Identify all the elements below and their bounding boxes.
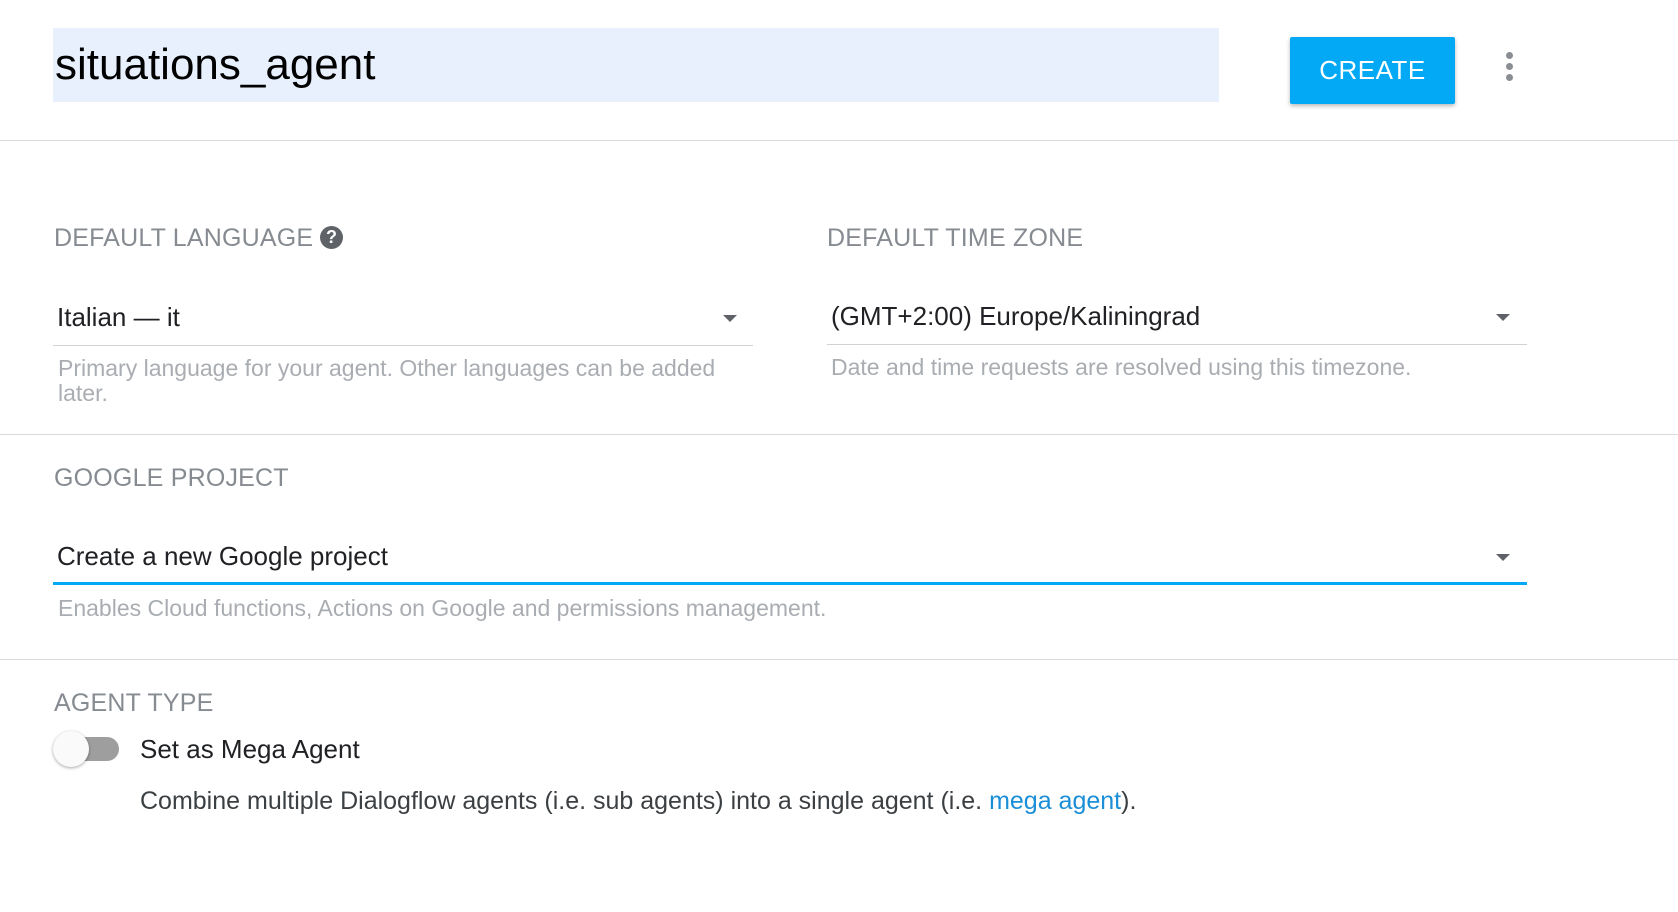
more-dot (1505, 73, 1513, 81)
dropdown-caret-icon (1496, 314, 1510, 321)
timezone-select[interactable]: (GMT+2:00) Europe/Kaliningrad (827, 287, 1527, 345)
more-dot (1505, 51, 1513, 59)
agent-name-input[interactable] (53, 28, 1219, 102)
mega-agent-link[interactable]: mega agent (989, 787, 1121, 815)
google-project-hint: Enables Cloud functions, Actions on Goog… (58, 595, 827, 621)
description-text: Combine multiple Dialogflow agents (i.e.… (140, 787, 990, 815)
toggle-thumb (53, 731, 89, 767)
dropdown-caret-icon (723, 315, 737, 322)
section-divider (0, 434, 1678, 435)
create-agent-page: CREATE DEFAULT LANGUAGE ? Italian — it P… (0, 0, 1678, 912)
mega-agent-toggle-label: Set as Mega Agent (140, 734, 360, 764)
description-text-end: ). (1121, 787, 1137, 815)
create-button[interactable]: CREATE (1290, 37, 1455, 104)
google-project-select-value: Create a new Google project (57, 541, 388, 571)
default-language-label: DEFAULT LANGUAGE (54, 224, 314, 252)
help-icon[interactable]: ? (320, 226, 343, 249)
agent-header: CREATE (0, 0, 1678, 141)
dropdown-caret-icon (1496, 554, 1510, 561)
google-project-select[interactable]: Create a new Google project (53, 527, 1527, 585)
agent-type-label: AGENT TYPE (54, 689, 214, 717)
more-dot (1505, 62, 1513, 70)
default-timezone-label: DEFAULT TIME ZONE (827, 224, 1084, 252)
language-hint: Primary language for your agent. Other l… (58, 355, 716, 406)
timezone-select-value: (GMT+2:00) Europe/Kaliningrad (831, 301, 1201, 331)
agent-type-description: Combine multiple Dialogflow agents (i.e.… (140, 786, 1136, 816)
more-vert-icon[interactable] (1494, 48, 1524, 84)
timezone-hint: Date and time requests are resolved usin… (831, 354, 1412, 380)
language-select-value: Italian — it (57, 302, 180, 332)
language-select[interactable]: Italian — it (53, 288, 753, 346)
mega-agent-toggle[interactable] (53, 731, 121, 769)
section-divider (0, 659, 1678, 660)
google-project-label: GOOGLE PROJECT (54, 464, 289, 492)
